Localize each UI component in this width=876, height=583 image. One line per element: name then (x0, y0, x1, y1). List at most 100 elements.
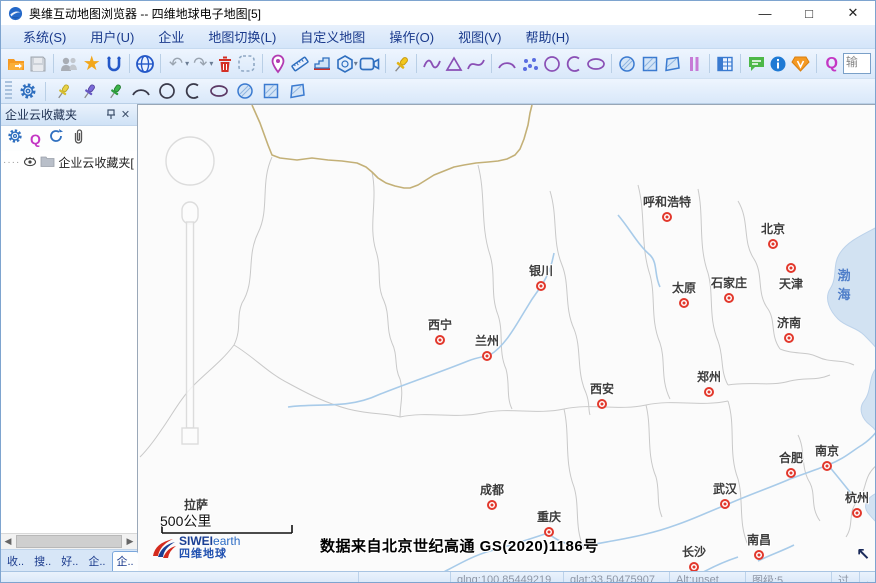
arc-dark-icon[interactable] (129, 80, 153, 102)
scroll-left-icon[interactable]: ◀ (1, 536, 15, 547)
minimize-button[interactable]: — (743, 2, 787, 24)
users-icon[interactable] (59, 53, 79, 75)
city-label: 成都 (480, 481, 504, 498)
city-marker-icon (852, 508, 862, 518)
search-input[interactable]: 输 (843, 53, 871, 74)
attachment-paperclip-icon[interactable] (71, 128, 85, 149)
data-table-icon[interactable] (715, 53, 735, 75)
save-icon[interactable] (28, 53, 48, 75)
scrollbar-thumb[interactable] (16, 535, 122, 548)
filled-polygon-icon[interactable] (285, 80, 309, 102)
filled-rect-icon[interactable] (259, 80, 283, 102)
sea-label: 渤海 (838, 265, 863, 303)
tab-enterprise-cloud[interactable]: 企.. (112, 551, 139, 571)
main-toolbar: ★ ↶▾ ↷▾ ▾ (1, 49, 875, 79)
city-marker-icon (487, 500, 497, 510)
menu-map-switch[interactable]: 地图切换(L) (196, 25, 288, 48)
toolbar-grip[interactable] (5, 81, 12, 101)
toolbar-separator (709, 54, 710, 73)
track-route-icon[interactable] (104, 53, 124, 75)
menu-operation[interactable]: 操作(O) (377, 25, 446, 48)
arc-c-dark-icon[interactable] (181, 80, 205, 102)
settings-gear-icon[interactable] (16, 80, 40, 102)
status-glng: glng:100.85449219 (451, 572, 564, 583)
ellipse-shape-icon[interactable] (586, 53, 606, 75)
city-marker-icon (754, 550, 764, 560)
globe-3d-icon[interactable] (135, 53, 155, 75)
marquee-select-icon[interactable] (237, 53, 257, 75)
vip-gem-icon[interactable] (791, 53, 811, 75)
menu-system[interactable]: 系统(S) (11, 25, 78, 48)
hexagon-dropdown-caret[interactable]: ▾ (354, 59, 358, 68)
filled-polygon-icon[interactable] (662, 53, 682, 75)
status-resize-grip[interactable]: . (860, 572, 875, 583)
city-label: 郑州 (697, 368, 721, 385)
menu-enterprise[interactable]: 企业 (146, 25, 196, 48)
city-marker-icon (679, 298, 689, 308)
sidebar-close-icon[interactable]: ✕ (118, 107, 133, 122)
sidebar-hscrollbar[interactable]: ◀ ▶ (1, 533, 137, 549)
sidebar-settings-gear-icon[interactable] (7, 128, 23, 149)
sidebar-refresh-icon[interactable] (48, 128, 64, 149)
undo-icon[interactable]: ↶ (166, 53, 186, 75)
parallel-lines-icon[interactable] (684, 53, 704, 75)
scatter-points-icon[interactable] (519, 53, 539, 75)
menu-view[interactable]: 视图(V) (446, 25, 513, 48)
sidebar-title: 企业云收藏夹 (5, 106, 103, 123)
scroll-right-icon[interactable]: ▶ (123, 536, 137, 547)
camera-view-icon[interactable] (359, 53, 380, 75)
curve-shape-icon[interactable] (466, 53, 486, 75)
menu-user[interactable]: 用户(U) (78, 25, 146, 48)
tree-item-root[interactable]: ···· 企业云收藏夹[ (3, 154, 135, 171)
triangle-shape-icon[interactable] (444, 53, 464, 75)
delete-trash-icon[interactable] (214, 53, 234, 75)
arc-c-shape-icon[interactable] (564, 53, 584, 75)
pin-yellow-icon[interactable] (51, 80, 75, 102)
area-measure-icon[interactable] (312, 53, 332, 75)
open-folder-icon[interactable] (6, 53, 26, 75)
chat-message-icon[interactable] (746, 53, 766, 75)
visibility-eye-icon[interactable] (23, 155, 37, 170)
redo-dropdown-caret[interactable]: ▾ (209, 59, 213, 68)
filled-circle-icon[interactable] (233, 80, 257, 102)
dock-pin-icon[interactable] (103, 107, 118, 122)
redo-icon[interactable]: ↷ (190, 53, 210, 75)
toolbar-separator (160, 54, 161, 73)
toolbar-separator (816, 54, 817, 73)
arc-shape-icon[interactable] (497, 53, 517, 75)
menu-help[interactable]: 帮助(H) (513, 25, 581, 48)
pin-green-icon[interactable] (103, 80, 127, 102)
polyline-wave-icon[interactable] (422, 53, 442, 75)
hexagon-region-icon[interactable] (334, 53, 354, 75)
filled-rect-icon[interactable] (639, 53, 659, 75)
ellipse-dark-icon[interactable] (207, 80, 231, 102)
maximize-button[interactable]: □ (787, 2, 831, 24)
tab-friends[interactable]: 好.. (57, 552, 82, 571)
city-marker-icon (689, 562, 699, 571)
undo-dropdown-caret[interactable]: ▾ (185, 59, 189, 68)
menu-custom-map[interactable]: 自定义地图 (288, 25, 377, 48)
status-glat: glat:33.50475907 (564, 572, 670, 583)
toolbar-separator (45, 82, 46, 101)
toolbar-separator (262, 54, 263, 73)
pin-purple-icon[interactable] (77, 80, 101, 102)
filled-circle-icon[interactable] (617, 53, 637, 75)
info-icon[interactable] (768, 53, 788, 75)
tab-search[interactable]: 搜.. (30, 552, 55, 571)
map-canvas[interactable]: 呼和浩特北京天津银川太原石家庄济南西宁兰州郑州西安南京合肥成都武汉杭州重庆南昌长… (138, 104, 875, 571)
search-icon[interactable]: Q (822, 53, 842, 75)
favorite-star-icon[interactable]: ★ (82, 53, 102, 75)
status-map-level: 图级:5 (746, 572, 832, 583)
circle-shape-icon[interactable] (542, 53, 562, 75)
location-pin-icon[interactable] (268, 53, 288, 75)
northwest-arrow-icon[interactable]: ↖ (856, 545, 870, 565)
city-label: 太原 (672, 279, 696, 296)
close-button[interactable]: ✕ (831, 2, 875, 24)
city-label: 呼和浩特 (643, 193, 691, 210)
tab-enterprise[interactable]: 企.. (84, 552, 109, 571)
pushpin-icon[interactable] (391, 53, 411, 75)
sidebar-search-icon[interactable]: Q (30, 131, 41, 147)
ruler-measure-icon[interactable] (290, 53, 310, 75)
circle-dark-icon[interactable] (155, 80, 179, 102)
tab-favorites[interactable]: 收.. (3, 552, 28, 571)
